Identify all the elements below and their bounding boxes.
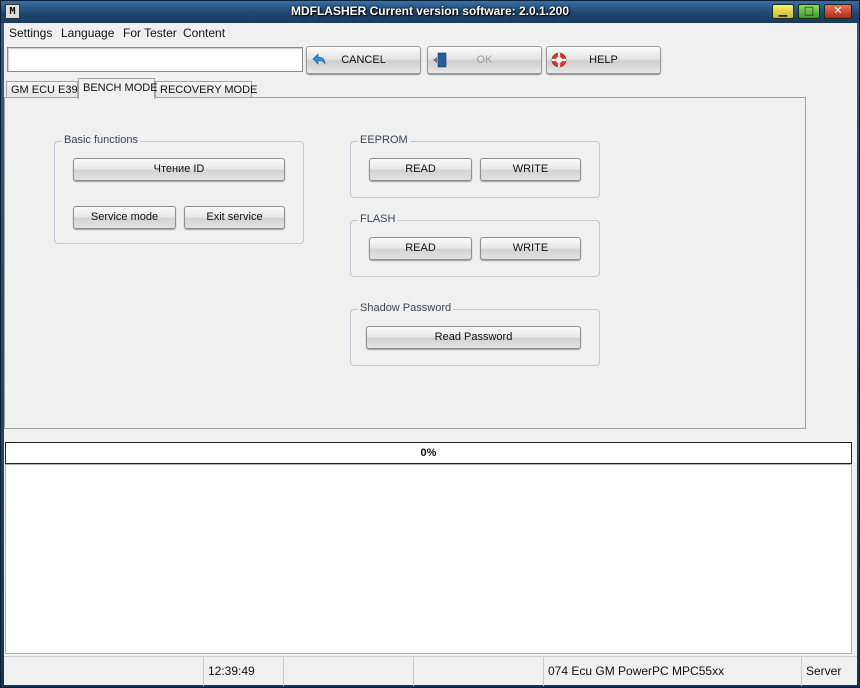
- title-bar[interactable]: M MDFLASHER Current version software: 2.…: [1, 1, 859, 23]
- window-title: MDFLASHER Current version software: 2.0.…: [290, 4, 570, 18]
- basic-functions-title: Basic functions: [62, 134, 140, 146]
- status-time: 12:39:49: [204, 657, 284, 686]
- menu-for-tester[interactable]: For Tester: [123, 26, 177, 40]
- status-cell-3: [284, 657, 414, 686]
- progress-text: 0%: [420, 447, 437, 459]
- service-mode-button[interactable]: Service mode: [73, 206, 176, 229]
- flash-group: FLASH READ WRITE: [350, 213, 600, 277]
- read-id-button[interactable]: Чтение ID: [73, 158, 285, 181]
- basic-functions-group: Basic functions Чтение ID Service mode E…: [54, 134, 304, 244]
- menu-content[interactable]: Content: [183, 26, 225, 40]
- command-input[interactable]: [7, 47, 303, 72]
- status-bar: 12:39:49 074 Ecu GM PowerPC MPC55xx Serv…: [4, 656, 857, 686]
- app-window: M MDFLASHER Current version software: 2.…: [0, 0, 860, 688]
- close-button[interactable]: ✕: [824, 4, 852, 19]
- flash-title: FLASH: [358, 213, 398, 225]
- eeprom-write-button[interactable]: WRITE: [480, 158, 581, 181]
- eeprom-group: EEPROM READ WRITE: [350, 134, 600, 198]
- cancel-button[interactable]: CANCEL: [306, 46, 421, 74]
- read-password-button[interactable]: Read Password: [366, 326, 581, 349]
- help-label: HELP: [589, 54, 618, 66]
- tab-bench-mode[interactable]: BENCH MODE: [78, 78, 158, 99]
- minimize-icon: ▁: [778, 4, 788, 17]
- status-server: Server: [806, 664, 842, 678]
- undo-arrow-icon: [312, 53, 326, 65]
- menu-settings[interactable]: Settings: [9, 26, 52, 40]
- ok-label: OK: [476, 54, 493, 66]
- progress-bar: 0%: [5, 442, 852, 464]
- exit-service-button[interactable]: Exit service: [184, 206, 285, 229]
- flash-write-button[interactable]: WRITE: [480, 237, 581, 260]
- client-area: Settings Language For Tester Content CAN…: [4, 23, 857, 686]
- eeprom-title: EEPROM: [358, 134, 410, 146]
- status-cell-4: [414, 657, 544, 686]
- log-output[interactable]: [5, 464, 852, 654]
- menu-language[interactable]: Language: [61, 26, 114, 40]
- menu-bar: Settings Language For Tester Content: [4, 23, 857, 43]
- bench-mode-panel: Basic functions Чтение ID Service mode E…: [4, 97, 806, 429]
- ok-button[interactable]: OK: [427, 46, 542, 74]
- cancel-label: CANCEL: [341, 54, 386, 66]
- help-button[interactable]: HELP: [546, 46, 661, 74]
- minimize-button[interactable]: ▁: [772, 4, 794, 19]
- shadow-password-title: Shadow Password: [358, 302, 454, 314]
- lifebuoy-icon: [551, 52, 567, 68]
- maximize-icon: □: [803, 4, 815, 17]
- status-cell-1: [4, 657, 204, 686]
- status-ecu: 074 Ecu GM PowerPC MPC55xx: [544, 657, 802, 686]
- close-icon: ✕: [833, 4, 843, 17]
- eeprom-read-button[interactable]: READ: [369, 158, 472, 181]
- shadow-password-group: Shadow Password Read Password: [350, 302, 600, 366]
- flash-read-button[interactable]: READ: [369, 237, 472, 260]
- maximize-button[interactable]: □: [798, 4, 820, 19]
- door-exit-icon: [433, 52, 447, 68]
